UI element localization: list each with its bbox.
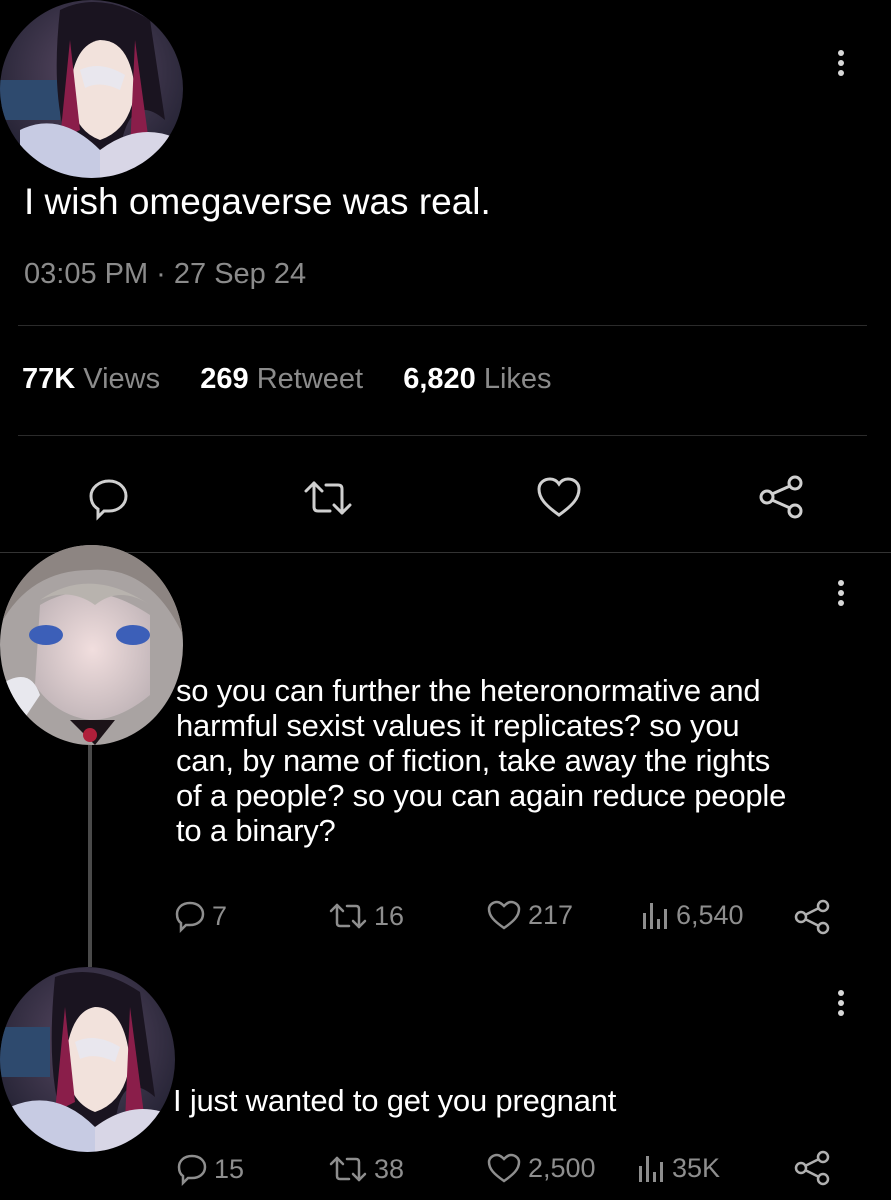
divider	[18, 325, 867, 326]
likes-count[interactable]: 6,820	[403, 363, 476, 395]
avatar-reply-author[interactable]	[0, 545, 183, 745]
divider	[0, 552, 891, 553]
share-icon[interactable]	[757, 474, 805, 520]
heart-icon[interactable]	[535, 475, 583, 519]
reply-button[interactable]: 7	[174, 899, 227, 933]
views-label: Views	[83, 363, 161, 395]
reply-text: so you can further the heteronormative a…	[176, 673, 786, 848]
views-icon	[640, 899, 670, 931]
reply-count: 7	[212, 900, 228, 931]
reply-button[interactable]: 15	[176, 1152, 244, 1186]
tweet-text: I wish omegaverse was real.	[24, 181, 491, 222]
reply-icon	[176, 1152, 208, 1186]
retweet-icon	[328, 899, 368, 933]
views-count: 35K	[672, 1152, 721, 1183]
reply-icon[interactable]	[86, 475, 132, 521]
more-options-icon[interactable]	[837, 50, 845, 80]
retweet-button[interactable]: 38	[328, 1152, 404, 1186]
like-button[interactable]: 217	[486, 899, 573, 931]
retweet-label[interactable]: Retweet	[257, 363, 363, 395]
reply-text-line: of a people? so you can again reduce peo…	[176, 778, 787, 813]
retweet-count[interactable]: 269	[200, 363, 248, 395]
views-icon	[636, 1152, 666, 1184]
reply-text: I just wanted to get you pregnant	[173, 1083, 617, 1118]
tweet-stats: 77K Views 269 Retweet 6,820 Likes	[22, 363, 552, 396]
avatar-main-author[interactable]	[0, 0, 183, 178]
likes-label[interactable]: Likes	[484, 363, 552, 395]
retweet-button[interactable]: 16	[328, 899, 404, 933]
reply-text-line: can, by name of fiction, take away the r…	[176, 743, 771, 778]
reply-icon	[174, 899, 206, 933]
divider	[18, 435, 867, 436]
like-count: 2,500	[528, 1152, 596, 1183]
heart-icon	[486, 1152, 522, 1184]
thread-line	[88, 745, 92, 967]
retweet-icon[interactable]	[300, 475, 356, 521]
views-button[interactable]: 6,540	[640, 899, 744, 931]
views-count: 6,540	[676, 899, 744, 930]
more-options-icon[interactable]	[837, 580, 845, 610]
retweet-count: 16	[374, 900, 405, 931]
retweet-icon	[328, 1152, 368, 1186]
like-count: 217	[528, 899, 574, 930]
retweet-count: 38	[374, 1153, 405, 1184]
reply-text-line: harmful sexist values it replicates? so …	[176, 708, 740, 743]
reply-count: 15	[214, 1153, 245, 1184]
like-button[interactable]: 2,500	[486, 1152, 596, 1184]
views-count: 77K	[22, 363, 76, 395]
heart-icon	[486, 899, 522, 931]
reply-text-line: so you can further the heteronormative a…	[176, 673, 761, 708]
share-icon[interactable]	[793, 899, 831, 935]
more-options-icon[interactable]	[837, 990, 845, 1020]
share-icon[interactable]	[793, 1150, 831, 1186]
avatar-main-author[interactable]	[0, 967, 175, 1152]
views-button[interactable]: 35K	[636, 1152, 720, 1184]
reply-text-line: to a binary?	[176, 813, 336, 848]
tweet-timestamp: 03:05 PM · 27 Sep 24	[24, 258, 307, 290]
